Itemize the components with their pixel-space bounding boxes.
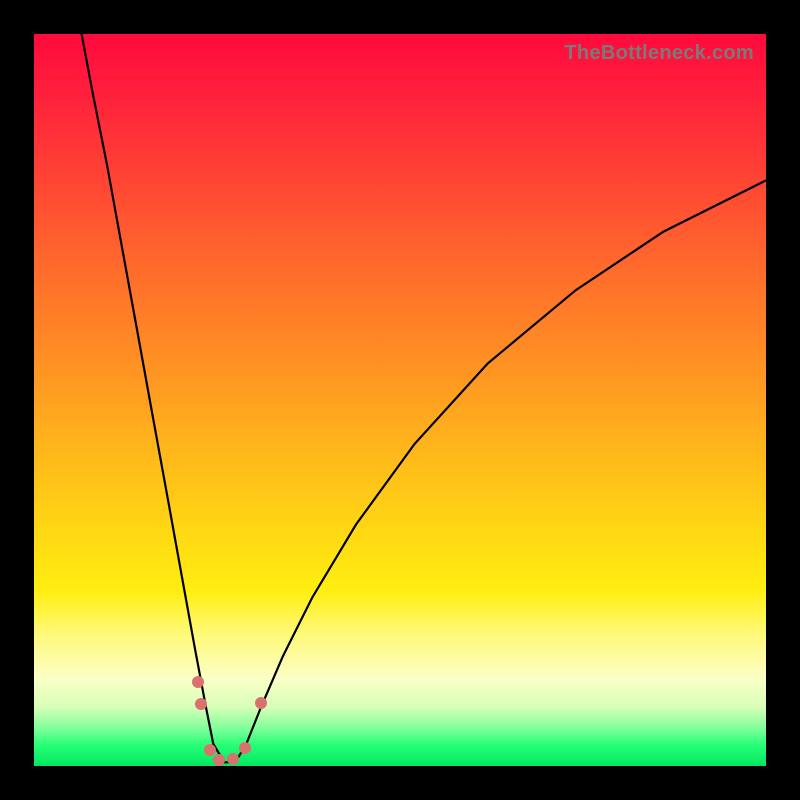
data-point-marker — [213, 754, 225, 766]
data-point-marker — [255, 697, 267, 709]
chart-stage: TheBottleneck.com — [0, 0, 800, 800]
plot-area: TheBottleneck.com — [34, 34, 766, 766]
data-point-marker — [239, 742, 251, 754]
data-point-marker — [204, 744, 216, 756]
data-point-marker — [227, 753, 239, 765]
data-point-marker — [195, 698, 207, 710]
bottleneck-curve — [34, 34, 766, 766]
data-point-marker — [192, 676, 204, 688]
